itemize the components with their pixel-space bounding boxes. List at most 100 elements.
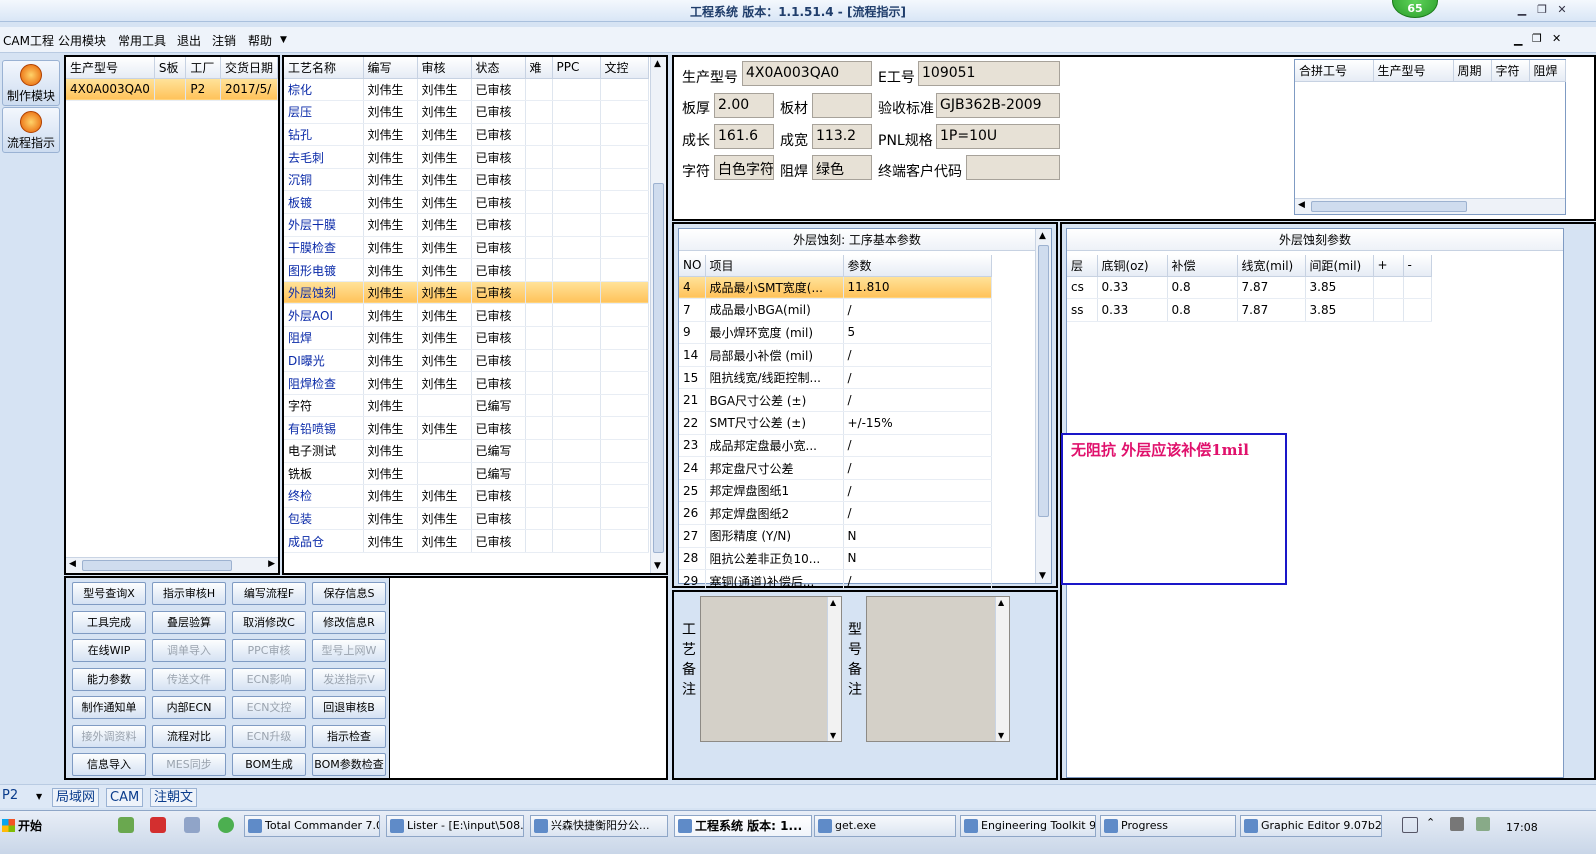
action-button[interactable]: 调单导入 [152, 639, 226, 662]
action-button[interactable]: 在线WIP [72, 639, 146, 662]
customer-code-field[interactable] [966, 155, 1060, 180]
process-row[interactable]: 有铅喷锡 刘伟生 刘伟生 已审核 [284, 416, 649, 440]
mdi-minimize-icon[interactable]: ▁ [1514, 33, 1522, 46]
scroll-up-icon[interactable]: ▲ [998, 598, 1004, 607]
params-vscrollbar[interactable]: ▲ ▼ [1035, 229, 1051, 583]
param-row[interactable]: 7 成品最小BGA(mil) / [679, 298, 992, 322]
col-item[interactable]: 项目 [705, 255, 844, 277]
clock[interactable]: 17:08 [1506, 821, 1538, 834]
process-row[interactable]: 外层蚀刻 刘伟生 刘伟生 已审核 [284, 281, 649, 305]
taskbar-item[interactable]: 兴森快捷衡阳分公... [530, 815, 668, 837]
process-row[interactable]: 层压 刘伟生 刘伟生 已审核 [284, 100, 649, 124]
tray-network-icon[interactable] [1450, 817, 1464, 831]
col-remove[interactable]: - [1403, 255, 1432, 277]
param-row[interactable]: 21 BGA尺寸公差 (±) / [679, 388, 992, 413]
param-row[interactable]: 29 塞铜(通道)补偿后... / [679, 569, 992, 593]
col-difficulty[interactable]: 难 [525, 57, 553, 79]
taskbar-item[interactable]: Engineering Toolkit 9.... [960, 815, 1096, 837]
scroll-down-icon[interactable]: ▼ [1039, 571, 1046, 581]
taskbar-item[interactable]: Total Commander 7.0... [244, 815, 380, 837]
col-line-width[interactable]: 线宽(mil) [1237, 255, 1306, 277]
quicklaunch-desktop-icon[interactable] [118, 817, 134, 833]
action-button[interactable]: 信息导入 [72, 753, 146, 776]
col-compensation[interactable]: 补偿 [1167, 255, 1238, 277]
process-row[interactable]: 去毛刺 刘伟生 刘伟生 已审核 [284, 145, 649, 169]
param-row[interactable]: 9 最小焊环宽度 (mil) 5 [679, 321, 992, 345]
process-row[interactable]: DI曝光 刘伟生 刘伟生 已审核 [284, 349, 649, 373]
action-button[interactable]: 能力参数 [72, 667, 146, 691]
taskbar-item[interactable]: get.exe [814, 815, 956, 837]
nav-make-module[interactable]: 制作模块 [2, 60, 60, 106]
scroll-down-icon[interactable]: ▼ [830, 731, 836, 740]
product-model-field[interactable]: 4X0A003QA0 [742, 61, 872, 86]
col-spacing[interactable]: 间距(mil) [1305, 255, 1374, 277]
char-field[interactable]: 白色字符 [714, 155, 774, 180]
col-reviewer[interactable]: 审核 [417, 57, 472, 79]
param-row[interactable]: 26 邦定焊盘图纸2/ [679, 501, 992, 526]
col-add[interactable]: + [1373, 255, 1404, 277]
menu-exit[interactable]: 退出 [177, 32, 201, 49]
action-button[interactable]: BOM参数检查 [312, 753, 386, 776]
taskbar-item[interactable]: 工程系统 版本: 1... [674, 815, 812, 837]
scroll-thumb[interactable] [1311, 201, 1467, 212]
action-button[interactable]: 叠层验算 [152, 610, 226, 634]
process-memo-field[interactable]: ▲ ▼ [700, 596, 842, 742]
scroll-left-icon[interactable]: ◀ [1298, 200, 1305, 210]
param-row[interactable]: 15 阻抗线宽/线距控制... / [679, 366, 992, 390]
col-layer[interactable]: 层 [1067, 255, 1098, 277]
action-button[interactable]: BOM生成 [232, 753, 306, 776]
param-row[interactable]: 25 邦定焊盘图纸1/ [679, 479, 992, 503]
quicklaunch-doc-icon[interactable] [184, 817, 200, 833]
process-row[interactable]: 外层AOI 刘伟生 刘伟生 已审核 [284, 303, 649, 328]
action-button[interactable]: MES同步 [152, 753, 226, 776]
quicklaunch-ie-icon[interactable] [218, 817, 234, 833]
scroll-up-icon[interactable]: ▲ [654, 59, 661, 69]
status-lan[interactable]: 局域网 [52, 788, 100, 807]
action-button[interactable]: 取消修改C [232, 610, 306, 634]
col-ppc[interactable]: PPC [552, 57, 601, 79]
param-row[interactable]: 24 邦定盘尺寸公差 / [679, 456, 992, 480]
action-button[interactable]: 编写流程F [232, 582, 306, 605]
action-button[interactable]: 工具完成 [72, 610, 146, 634]
status-cam[interactable]: CAM [106, 788, 144, 807]
param-row[interactable]: 28 阻抗公差非正负10... N [679, 547, 992, 571]
action-button[interactable]: 修改信息R [312, 610, 386, 634]
scroll-up-icon[interactable]: ▲ [830, 598, 836, 607]
pnl-field[interactable]: 1P=10U [936, 124, 1060, 149]
col-period[interactable]: 周期 [1453, 60, 1492, 82]
action-button[interactable]: ECN文控 [232, 696, 306, 719]
action-button[interactable]: 流程对比 [152, 724, 226, 748]
mask-field[interactable]: 绿色 [812, 155, 872, 180]
plant-select[interactable]: P2 ▼ [2, 788, 46, 807]
col-mask[interactable]: 阻焊 [1529, 60, 1566, 82]
menu-help[interactable]: 帮助 [248, 32, 272, 49]
action-button[interactable]: 指示检查 [312, 724, 386, 748]
quicklaunch-pdf-icon[interactable] [150, 817, 166, 833]
etch-row[interactable]: cs 0.33 0.8 7.87 3.85 [1067, 276, 1432, 300]
col-combine-model[interactable]: 生产型号 [1373, 60, 1454, 82]
width-field[interactable]: 113.2 [812, 124, 872, 149]
col-plant[interactable]: 工厂 [185, 57, 221, 79]
mdi-close-icon[interactable]: ✕ [1552, 32, 1561, 45]
action-button[interactable]: 型号上网W [312, 639, 386, 662]
col-doc-control[interactable]: 文控 [600, 57, 649, 79]
process-row[interactable]: 图形电镀 刘伟生 刘伟生 已审核 [284, 258, 649, 282]
process-row[interactable]: 终检 刘伟生 刘伟生 已审核 [284, 484, 649, 508]
menu-tools[interactable]: 常用工具 [118, 32, 166, 49]
scroll-thumb[interactable] [653, 183, 664, 553]
tray-expand-icon[interactable]: ⌃ [1426, 816, 1435, 829]
status-user[interactable]: 注朝文 [150, 788, 198, 807]
action-button[interactable]: 内部ECN [152, 696, 226, 719]
scroll-thumb[interactable] [82, 560, 232, 571]
process-row[interactable]: 干膜检查 刘伟生 刘伟生 已审核 [284, 236, 649, 260]
table-row[interactable]: 4X0A003QA0 P2 2017/5/ [66, 78, 278, 102]
col-process-name[interactable]: 工艺名称 [284, 57, 364, 79]
col-param[interactable]: 参数 [843, 255, 992, 277]
action-button[interactable]: 制作通知单 [72, 696, 146, 719]
memo-vscrollbar[interactable]: ▲ ▼ [827, 597, 841, 741]
col-delivery-date[interactable]: 交货日期 [220, 57, 278, 79]
param-row[interactable]: 4 成品最小SMT宽度(... 11.810 [679, 276, 992, 300]
col-combine-no[interactable]: 合拼工号 [1295, 60, 1374, 82]
nav-flow-instruction[interactable]: 流程指示 [2, 107, 60, 153]
tray-app-icon[interactable] [1402, 817, 1418, 833]
